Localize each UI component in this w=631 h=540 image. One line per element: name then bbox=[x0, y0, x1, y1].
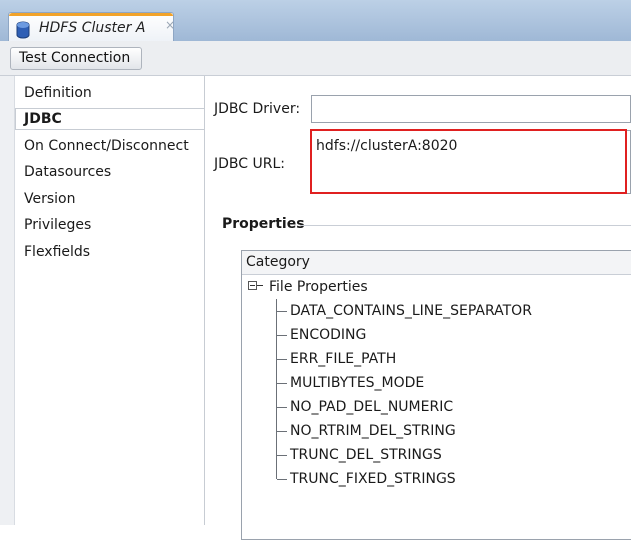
tab-accent bbox=[9, 13, 173, 16]
tab-hdfs-cluster-a[interactable]: HDFS Cluster A × bbox=[8, 12, 175, 42]
tree-node-file-properties[interactable]: File Properties bbox=[269, 279, 368, 295]
tree-guide-line bbox=[276, 299, 277, 479]
tree-node-property[interactable]: ENCODING bbox=[290, 327, 366, 343]
toolbar: Test Connection bbox=[0, 41, 631, 76]
url-highlight-box bbox=[310, 129, 627, 194]
close-icon[interactable]: × bbox=[165, 18, 175, 32]
properties-divider bbox=[300, 225, 631, 226]
tree-node-property[interactable]: NO_RTRIM_DEL_STRING bbox=[290, 423, 456, 439]
category-column-header[interactable]: Category bbox=[242, 251, 631, 275]
window-tab-bar: HDFS Cluster A × bbox=[0, 0, 631, 42]
tree-root-connector bbox=[257, 285, 263, 286]
nav-item-on-connect-disconnect[interactable]: On Connect/Disconnect bbox=[24, 138, 189, 154]
tree-node-property[interactable]: DATA_CONTAINS_LINE_SEPARATOR bbox=[290, 303, 532, 319]
navigation-pane: Definition JDBC On Connect/Disconnect Da… bbox=[0, 76, 205, 525]
tree-connector bbox=[277, 407, 287, 408]
tree-connector bbox=[277, 311, 287, 312]
database-icon bbox=[16, 21, 30, 39]
tree-connector bbox=[277, 455, 287, 456]
jdbc-driver-field[interactable] bbox=[311, 95, 631, 123]
tree-connector bbox=[277, 335, 287, 336]
tab-title: HDFS Cluster A bbox=[39, 20, 146, 36]
jdbc-driver-label: JDBC Driver: bbox=[214, 101, 301, 117]
tree-node-property[interactable]: TRUNC_DEL_STRINGS bbox=[290, 447, 442, 463]
test-connection-button[interactable]: Test Connection bbox=[10, 47, 142, 70]
nav-item-version[interactable]: Version bbox=[24, 191, 75, 207]
tree-connector bbox=[277, 479, 287, 480]
collapse-icon[interactable] bbox=[248, 281, 257, 290]
tree-connector bbox=[277, 431, 287, 432]
nav-item-flexfields[interactable]: Flexfields bbox=[24, 244, 90, 260]
tree-connector bbox=[277, 383, 287, 384]
tree-node-property[interactable]: NO_PAD_DEL_NUMERIC bbox=[290, 399, 453, 415]
nav-item-jdbc[interactable]: JDBC bbox=[24, 111, 62, 127]
pane-gutter bbox=[0, 76, 15, 525]
category-header-label: Category bbox=[246, 254, 310, 270]
nav-item-privileges[interactable]: Privileges bbox=[24, 217, 91, 233]
tree-node-property[interactable]: ERR_FILE_PATH bbox=[290, 351, 396, 367]
jdbc-url-label: JDBC URL: bbox=[214, 156, 285, 172]
properties-heading: Properties bbox=[222, 216, 305, 232]
nav-item-datasources[interactable]: Datasources bbox=[24, 164, 111, 180]
tree-node-property[interactable]: MULTIBYTES_MODE bbox=[290, 375, 424, 391]
tree-connector bbox=[277, 359, 287, 360]
nav-item-definition[interactable]: Definition bbox=[24, 85, 92, 101]
tree-node-property[interactable]: TRUNC_FIXED_STRINGS bbox=[290, 471, 456, 487]
